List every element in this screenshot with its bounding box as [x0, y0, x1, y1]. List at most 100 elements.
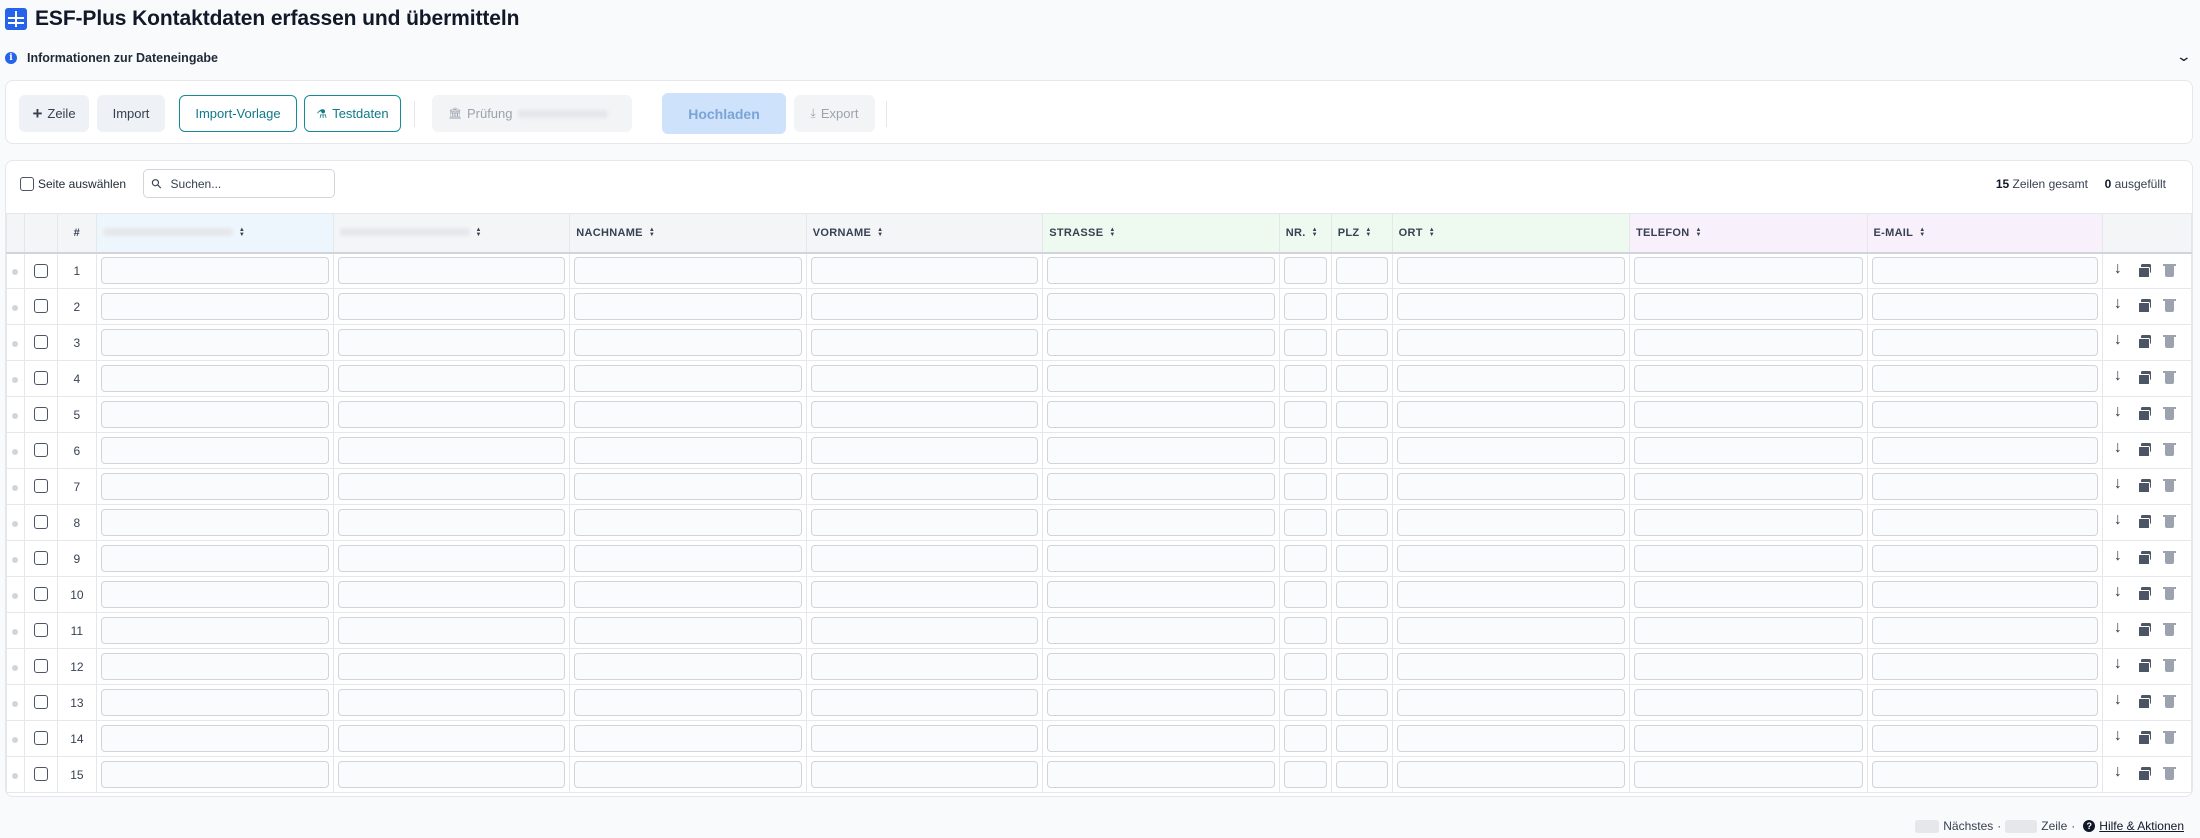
- cell-input-c2[interactable]: [337, 293, 566, 320]
- cell-input-ort[interactable]: [1396, 509, 1626, 536]
- cell-input-telefon[interactable]: [1634, 689, 1863, 716]
- cell-input-email[interactable]: [1871, 689, 2098, 716]
- cell-input-ort[interactable]: [1396, 545, 1626, 572]
- cell-input-email[interactable]: [1871, 293, 2098, 320]
- cell-input-plz[interactable]: [1335, 545, 1388, 572]
- column-header-nachname[interactable]: NACHNAME ▲ ▼: [569, 213, 807, 254]
- cell-input-nachname[interactable]: [574, 437, 802, 464]
- trash-icon[interactable]: [2162, 550, 2178, 566]
- cell-input-plz[interactable]: [1335, 725, 1388, 752]
- cell-input-ort[interactable]: [1396, 473, 1626, 500]
- cell-input-strasse[interactable]: [1047, 257, 1275, 285]
- sort-icon[interactable]: ▲ ▼: [649, 227, 655, 238]
- trash-icon[interactable]: [2162, 730, 2178, 746]
- cell-input-nachname[interactable]: [574, 581, 802, 608]
- cell-input-ort[interactable]: [1396, 257, 1626, 285]
- checkbox[interactable]: [20, 177, 34, 191]
- row-checkbox[interactable]: [33, 479, 48, 494]
- cell-input-plz[interactable]: [1335, 401, 1388, 428]
- cell-input-email[interactable]: [1871, 329, 2098, 356]
- cell-input-ort[interactable]: [1396, 437, 1626, 464]
- sort-icon[interactable]: ▲ ▼: [1365, 227, 1371, 238]
- cell-input-c1[interactable]: [100, 257, 329, 285]
- move-down-icon[interactable]: [2112, 295, 2128, 314]
- cell-input-nachname[interactable]: [574, 401, 802, 428]
- cell-input-ort[interactable]: [1396, 725, 1626, 752]
- cell-input-plz[interactable]: [1335, 365, 1388, 392]
- cell-input-nachname[interactable]: [574, 653, 802, 680]
- column-header-vorname[interactable]: VORNAME ▲ ▼: [805, 213, 1044, 254]
- cell-input-ort[interactable]: [1396, 329, 1626, 356]
- row-checkbox[interactable]: [33, 695, 48, 710]
- row-checkbox[interactable]: [33, 407, 48, 422]
- duplicate-icon[interactable]: [2137, 730, 2153, 746]
- cell-input-telefon[interactable]: [1634, 401, 1863, 428]
- cell-input-c2[interactable]: [337, 257, 566, 285]
- trash-icon[interactable]: [2162, 766, 2178, 782]
- duplicate-icon[interactable]: [2137, 514, 2153, 530]
- sort-icon[interactable]: ▲ ▼: [1695, 227, 1701, 238]
- trash-icon[interactable]: [2162, 406, 2178, 422]
- cell-input-email[interactable]: [1871, 473, 2098, 500]
- cell-input-ort[interactable]: [1396, 581, 1626, 608]
- cell-input-strasse[interactable]: [1047, 329, 1275, 356]
- cell-input-strasse[interactable]: [1047, 509, 1275, 536]
- cell-input-plz[interactable]: [1335, 581, 1388, 608]
- cell-input-strasse[interactable]: [1047, 437, 1275, 464]
- column-header-c2[interactable]: ▲ ▼: [332, 213, 571, 254]
- cell-input-ort[interactable]: [1396, 617, 1626, 644]
- cell-input-vorname[interactable]: [810, 653, 1039, 680]
- select-page-checkbox[interactable]: Seite auswählen: [20, 177, 126, 191]
- cell-input-c1[interactable]: [100, 293, 329, 320]
- move-down-icon[interactable]: [2112, 475, 2128, 494]
- cell-input-nachname[interactable]: [574, 545, 802, 572]
- chevron-down-icon[interactable]: ⌄: [2176, 48, 2192, 65]
- cell-input-email[interactable]: [1871, 257, 2098, 285]
- cell-input-c2[interactable]: [337, 581, 566, 608]
- row-checkbox[interactable]: [33, 551, 48, 566]
- cell-input-telefon[interactable]: [1634, 329, 1863, 356]
- cell-input-nr[interactable]: [1283, 509, 1327, 536]
- cell-input-vorname[interactable]: [810, 725, 1039, 752]
- cell-input-plz[interactable]: [1335, 473, 1388, 500]
- cell-input-c2[interactable]: [337, 329, 566, 356]
- trash-icon[interactable]: [2162, 622, 2178, 638]
- cell-input-vorname[interactable]: [810, 293, 1039, 320]
- cell-input-strasse[interactable]: [1047, 473, 1275, 500]
- cell-input-vorname[interactable]: [810, 545, 1039, 572]
- cell-input-plz[interactable]: [1335, 761, 1388, 788]
- cell-input-vorname[interactable]: [810, 473, 1039, 500]
- duplicate-icon[interactable]: [2137, 298, 2153, 314]
- cell-input-vorname[interactable]: [810, 401, 1039, 428]
- duplicate-icon[interactable]: [2137, 550, 2153, 566]
- cell-input-telefon[interactable]: [1634, 509, 1863, 536]
- row-checkbox[interactable]: [33, 515, 48, 530]
- cell-input-plz[interactable]: [1335, 509, 1388, 536]
- cell-input-strasse[interactable]: [1047, 653, 1275, 680]
- import-template-button[interactable]: Import-Vorlage: [179, 95, 297, 132]
- cell-input-c2[interactable]: [337, 509, 566, 536]
- cell-input-vorname[interactable]: [810, 437, 1039, 464]
- cell-input-email[interactable]: [1871, 653, 2098, 680]
- cell-input-nachname[interactable]: [574, 293, 802, 320]
- cell-input-c2[interactable]: [337, 545, 566, 572]
- cell-input-c1[interactable]: [100, 653, 329, 680]
- row-checkbox[interactable]: [33, 731, 48, 746]
- cell-input-nr[interactable]: [1283, 401, 1327, 428]
- cell-input-nachname[interactable]: [574, 365, 802, 392]
- cell-input-nachname[interactable]: [574, 329, 802, 356]
- cell-input-nr[interactable]: [1283, 365, 1327, 392]
- cell-input-telefon[interactable]: [1634, 365, 1863, 392]
- cell-input-nachname[interactable]: [574, 725, 802, 752]
- cell-input-strasse[interactable]: [1047, 401, 1275, 428]
- cell-input-strasse[interactable]: [1047, 761, 1275, 788]
- move-down-icon[interactable]: [2112, 727, 2128, 746]
- trash-icon[interactable]: [2162, 298, 2178, 314]
- cell-input-nr[interactable]: [1283, 257, 1327, 285]
- cell-input-plz[interactable]: [1335, 689, 1388, 716]
- cell-input-plz[interactable]: [1335, 329, 1388, 356]
- column-header-email[interactable]: E-MAIL ▲ ▼: [1866, 213, 2103, 254]
- info-toggle[interactable]: i Informationen zur Dateneingabe ⌄: [5, 48, 2192, 68]
- move-down-icon[interactable]: [2112, 260, 2128, 279]
- cell-input-email[interactable]: [1871, 437, 2098, 464]
